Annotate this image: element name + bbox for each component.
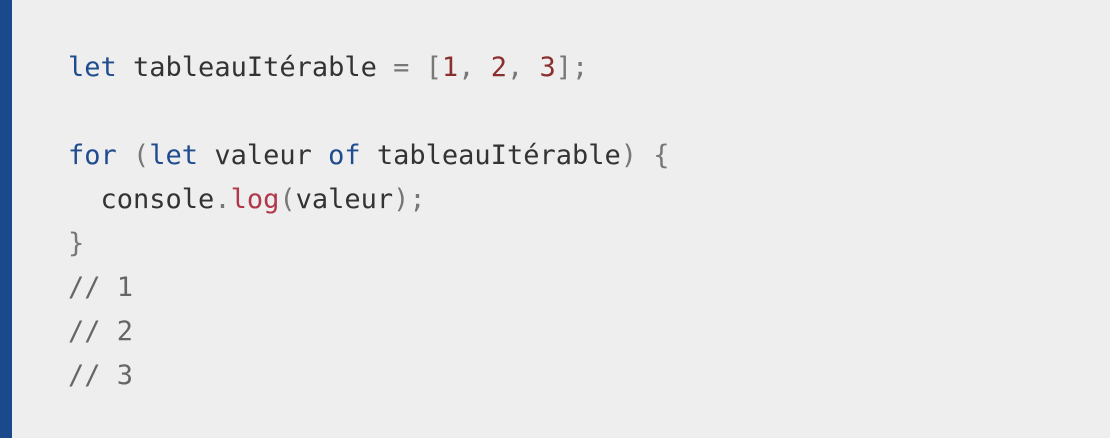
bracket-close: ];: [555, 52, 589, 83]
log-method: log: [230, 184, 280, 215]
keyword-of: of: [328, 140, 361, 171]
keyword-let: let: [149, 140, 199, 171]
code-line-2-blank: [68, 90, 670, 134]
comment-line-1: // 1: [68, 272, 134, 303]
comma-2: ,: [506, 52, 540, 83]
keyword-for: for: [68, 140, 117, 171]
keyword-let: let: [68, 52, 117, 83]
loop-variable: valeur: [198, 140, 329, 171]
number-3: 3: [539, 52, 556, 83]
code-line-1: let tableauItérable = [1, 2, 3];: [68, 46, 670, 90]
code-line-3: for (let valeur of tableauItérable) {: [68, 134, 670, 178]
dot: .: [214, 184, 231, 215]
bracket-open: [: [425, 52, 442, 83]
console-object: console: [68, 184, 215, 215]
equals-sign: =: [393, 52, 410, 83]
code-line-5: }: [68, 228, 85, 259]
call-paren-open: (: [279, 184, 296, 215]
comment-line-2: // 2: [68, 316, 134, 347]
comma-1: ,: [458, 52, 491, 83]
number-1: 1: [441, 52, 459, 83]
brace-open: {: [637, 140, 670, 171]
code-content: let tableauItérable = [1, 2, 3]; for (let…: [68, 46, 670, 398]
code-line-4: console.log(valeur);: [68, 178, 670, 222]
comment-line-3: // 3: [68, 360, 134, 391]
iterable-name: tableauItérable: [360, 140, 621, 171]
number-2: 2: [490, 52, 507, 83]
variable-name: tableauItérable: [116, 52, 394, 83]
call-argument: valeur: [295, 184, 394, 215]
code-block: let tableauItérable = [1, 2, 3]; for (let…: [0, 0, 1110, 438]
paren-close: ): [620, 140, 637, 171]
call-paren-close: );: [393, 184, 426, 215]
paren-open: (: [116, 140, 150, 171]
